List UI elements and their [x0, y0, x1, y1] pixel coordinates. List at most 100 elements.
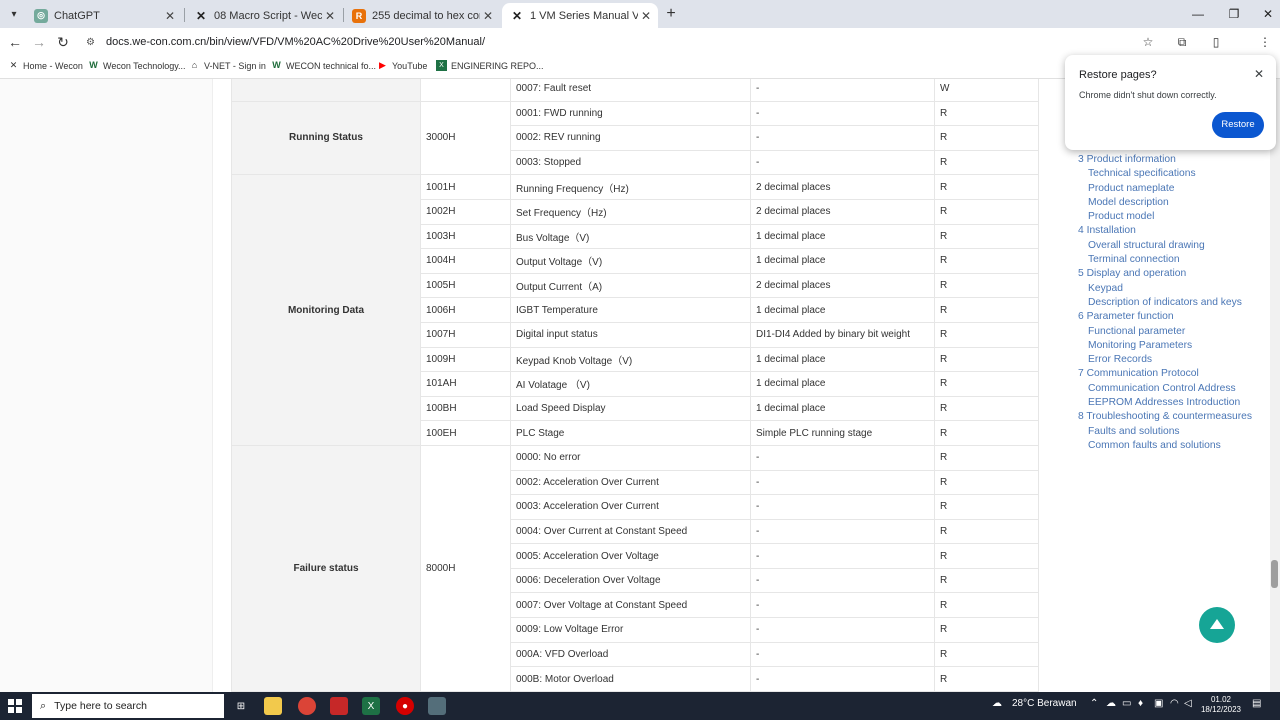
microphone-icon[interactable]: ♦ [1138, 698, 1143, 709]
more-menu-icon[interactable]: ⋮ [1256, 33, 1274, 51]
new-tab-icon[interactable]: + [662, 5, 680, 23]
chevron-up-icon[interactable]: ⌃ [1090, 698, 1098, 709]
bookmark-wecon-technical[interactable]: W WECON technical fo... [271, 60, 376, 71]
chrome-icon[interactable] [298, 697, 316, 715]
task-view-icon[interactable]: ⊞ [232, 697, 250, 715]
address-cell: 100BH [420, 395, 511, 422]
minimize-icon[interactable]: — [1188, 5, 1208, 23]
close-tab-icon[interactable]: ✕ [638, 9, 654, 23]
extensions-icon[interactable]: ⧉ [1173, 33, 1191, 51]
toc-section-link[interactable]: 4 Installation [1078, 224, 1268, 238]
forward-icon[interactable]: → [30, 33, 48, 51]
toc-subsection-link[interactable]: Functional parameter [1078, 325, 1268, 339]
tab-chatgpt[interactable]: ◎ ChatGPT ✕ [26, 3, 182, 28]
note-cell: 1 decimal place [750, 371, 935, 397]
record-icon[interactable]: ● [396, 697, 414, 715]
close-icon[interactable]: ✕ [1254, 67, 1264, 81]
toc-subsection-link[interactable]: EEPROM Addresses Introduction [1078, 396, 1268, 410]
toc-subsection-link[interactable]: Faults and solutions [1078, 425, 1268, 439]
toc-subsection-link[interactable]: Overall structural drawing [1078, 239, 1268, 253]
toc-subsection-link[interactable]: Error Records [1078, 353, 1268, 367]
toc-subsection-link[interactable]: Monitoring Parameters [1078, 339, 1268, 353]
close-tab-icon[interactable]: ✕ [480, 9, 496, 23]
onedrive-icon[interactable]: ☁ [1106, 698, 1116, 709]
description-cell: 0005: Acceleration Over Voltage [510, 543, 751, 569]
side-panel-icon[interactable]: ▯ [1207, 33, 1225, 51]
description-cell: 0001: FWD running [510, 100, 751, 127]
note-cell: Simple PLC running stage [750, 420, 935, 446]
bookmark-wecon-technology[interactable]: W Wecon Technology... [88, 60, 185, 71]
toc-section-link[interactable]: 3 Product information [1078, 153, 1268, 167]
toc-section-link[interactable]: 5 Display and operation [1078, 267, 1268, 281]
description-cell: 0006: Deceleration Over Voltage [510, 567, 751, 594]
toc-subsection-link[interactable]: Keypad [1078, 282, 1268, 296]
reload-icon[interactable]: ↻ [54, 33, 72, 51]
toc-subsection-link[interactable]: Common faults and solutions [1078, 439, 1268, 453]
group-cell: Running Status [231, 100, 421, 176]
url-input[interactable] [104, 35, 1008, 49]
toc-subsection-link[interactable]: Technical specifications [1078, 167, 1268, 181]
app-icon[interactable] [330, 697, 348, 715]
network-icon[interactable]: ▣ [1154, 698, 1163, 709]
rw-cell: R [934, 617, 1039, 643]
address-bar[interactable]: ⚙ [80, 31, 1170, 53]
note-cell: - [750, 567, 935, 594]
close-tab-icon[interactable]: ✕ [162, 9, 178, 23]
excel-icon[interactable]: X [362, 697, 380, 715]
tab-vm-manual[interactable]: ✕ 1 VM Series Manual V1.2 - Wec ✕ [502, 3, 658, 28]
toc-subsection-link[interactable]: Product nameplate [1078, 182, 1268, 196]
back-icon[interactable]: ← [6, 33, 24, 51]
bookmark-youtube[interactable]: ▶ YouTube [377, 60, 427, 71]
toc-section-link[interactable]: 8 Troubleshooting & countermeasures [1078, 410, 1268, 424]
bookmark-star-icon[interactable]: ☆ [1139, 33, 1157, 51]
bookmark-home-wecon[interactable]: ✕ Home - Wecon [8, 60, 83, 71]
group-cell: Failure status [231, 444, 421, 692]
windows-start-icon[interactable] [8, 699, 22, 713]
description-cell: 000A: VFD Overload [510, 641, 751, 668]
rw-cell: R [934, 395, 1039, 422]
tab-search-chevron-icon[interactable]: ▾ [4, 5, 24, 23]
rw-cell: R [934, 592, 1039, 619]
tab-decimal-hex[interactable]: R 255 decimal to hex conversion ✕ [344, 3, 500, 28]
notification-icon[interactable]: ▤ [1252, 698, 1261, 709]
tab-divider [184, 8, 185, 22]
volume-icon[interactable]: ◁ [1184, 698, 1192, 709]
description-cell: 0003: Stopped [510, 149, 751, 176]
taskbar-search-box[interactable]: ⌕ Type here to search [32, 694, 224, 718]
toc-subsection-link[interactable]: Product model [1078, 210, 1268, 224]
weather-text[interactable]: 28°C Berawan [1012, 698, 1077, 709]
note-cell: - [750, 469, 935, 496]
description-cell: Digital input status [510, 321, 751, 348]
toc-section-link[interactable]: 7 Communication Protocol [1078, 367, 1268, 381]
close-window-icon[interactable]: ✕ [1258, 5, 1278, 23]
toc-section-link[interactable]: 6 Parameter function [1078, 310, 1268, 324]
note-cell: - [750, 617, 935, 643]
toc-subsection-link[interactable]: Terminal connection [1078, 253, 1268, 267]
bookmark-vnet[interactable]: ⌂ V-NET - Sign in [189, 60, 266, 71]
restore-window-icon[interactable]: ❐ [1224, 5, 1244, 23]
network-app-icon[interactable] [428, 697, 446, 715]
toc-subsection-link[interactable]: Description of indicators and keys [1078, 296, 1268, 310]
wifi-icon[interactable]: ◠ [1170, 698, 1179, 709]
rw-cell: R [934, 567, 1039, 594]
description-cell: 0002: REV running [510, 125, 751, 151]
note-cell: - [750, 444, 935, 471]
page-scrollbar[interactable] [1270, 79, 1280, 692]
browser-toolbar: ← → ↻ ⚙ ☆ ⧉ ▯ c ⋮ [0, 28, 1280, 77]
toc-subsection-link[interactable]: Communication Control Address [1078, 382, 1268, 396]
tab-strip: ▾ ◎ ChatGPT ✕ ✕ 08 Macro Script - Wecon … [0, 0, 1280, 28]
scroll-to-top-button[interactable] [1199, 607, 1235, 643]
restore-button[interactable]: Restore [1212, 112, 1264, 138]
rw-cell: R [934, 371, 1039, 397]
file-explorer-icon[interactable] [264, 697, 282, 715]
rw-cell: R [934, 469, 1039, 496]
close-tab-icon[interactable]: ✕ [322, 9, 338, 23]
site-info-icon[interactable]: ⚙ [86, 37, 100, 48]
bookmark-engineering-report[interactable]: X ENGINERING REPO... [436, 60, 544, 71]
battery-icon[interactable]: ▭ [1122, 698, 1131, 709]
tab-macro-script[interactable]: ✕ 08 Macro Script - Wecon ✕ [186, 3, 342, 28]
taskbar-clock[interactable]: 01.02 18/12/2023 [1200, 695, 1242, 715]
weather-icon[interactable]: ☁ [992, 698, 1002, 709]
toc-subsection-link[interactable]: Model description [1078, 196, 1268, 210]
scrollbar-thumb[interactable] [1271, 560, 1278, 588]
